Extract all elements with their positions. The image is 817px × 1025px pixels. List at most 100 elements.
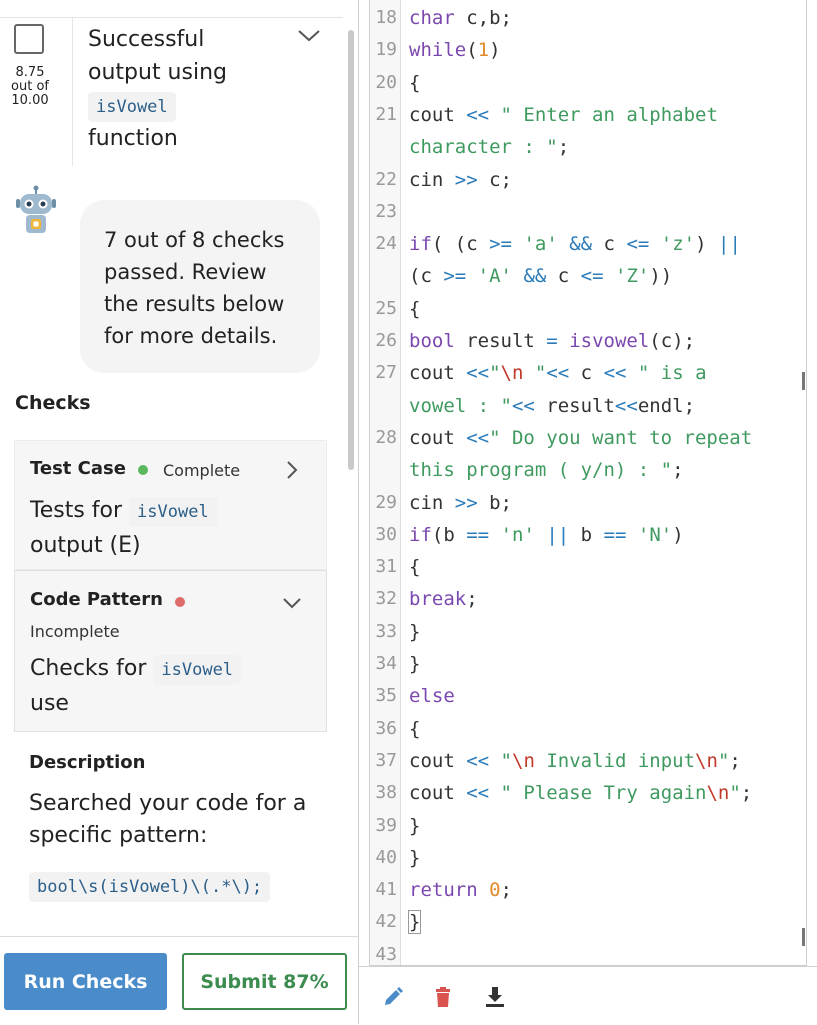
code-line[interactable]: 31 { — [370, 551, 806, 583]
code-line[interactable]: character : "; — [370, 131, 806, 163]
desc-code: isVowel — [129, 497, 217, 527]
code-text: } — [409, 653, 421, 675]
rubric-item[interactable]: 8.75 out of 10.00 Successful output usin… — [0, 17, 343, 168]
check-card-code-pattern[interactable]: Code Pattern Incomplete Checks for isVow… — [14, 570, 327, 732]
code-line[interactable]: 26 bool result = isvowel(c); — [370, 325, 806, 357]
code-text: cout <<" Do you want to repeat — [409, 426, 753, 449]
line-number: 23 — [375, 200, 397, 222]
checks-heading: Checks — [15, 392, 91, 414]
code-text: if(b == 'n' || b == 'N') — [409, 523, 684, 546]
pencil-icon[interactable] — [381, 985, 405, 1009]
pattern-code: bool\s(isVowel)\(.*\); — [29, 872, 271, 902]
code-text: return 0; — [409, 879, 512, 902]
line-number: 34 — [375, 653, 397, 674]
feedback-scroll-area[interactable]: 8.75 out of 10.00 Successful output usin… — [0, 0, 348, 936]
feedback-panel: 8.75 out of 10.00 Successful output usin… — [0, 0, 358, 1025]
code-text: if( (c >= 'a' && c <= 'z') || — [409, 233, 741, 256]
code-line[interactable]: 34} — [370, 648, 806, 680]
scroll-marker — [802, 928, 805, 946]
download-icon[interactable] — [483, 985, 507, 1009]
code-line[interactable]: 25 { — [370, 293, 806, 325]
line-number: 31 — [375, 556, 397, 578]
code-line[interactable]: 41 return 0; — [370, 874, 806, 906]
score-max: 10.00 — [11, 93, 49, 108]
chevron-right-icon[interactable] — [285, 459, 299, 486]
line-number: 30 — [375, 523, 397, 545]
code-line[interactable]: 37 cout << "\n Invalid input\n"; — [370, 745, 806, 777]
code-line[interactable]: 43 — [370, 939, 806, 965]
left-scrollbar[interactable] — [348, 30, 354, 470]
code-text: this program ( y/n) : "; — [409, 459, 684, 482]
line-number: 29 — [375, 491, 397, 513]
line-number: 27 — [375, 362, 397, 384]
code-text: break; — [409, 588, 478, 611]
description-text: Searched your code for a specific patter… — [29, 791, 307, 848]
code-text: { — [409, 297, 421, 320]
line-number: 33 — [375, 620, 397, 642]
robot-avatar-icon — [12, 185, 60, 237]
code-line[interactable]: 24 if( (c >= 'a' && c <= 'z') || — [370, 228, 806, 260]
code-line[interactable]: 30 if(b == 'n' || b == 'N') — [370, 519, 806, 551]
line-number: 22 — [375, 168, 397, 190]
code-line[interactable]: 35 else — [370, 680, 806, 712]
code-line[interactable]: 39} — [370, 810, 806, 842]
rubric-title-line1: Successful — [88, 27, 205, 52]
status-text: Complete — [163, 461, 241, 480]
code-line[interactable]: 21 cout << " Enter an alphabet — [370, 99, 806, 131]
code-line[interactable]: 38 cout << " Please Try again\n"; — [370, 777, 806, 809]
code-text: { — [409, 556, 421, 579]
line-number: 35 — [375, 685, 397, 707]
rubric-title: Successful output using isVowel function — [88, 23, 288, 155]
code-editor[interactable]: 18 char c,b; 19 while(1) 20 {21 cout << " Ente… — [369, 0, 807, 966]
check-label: Code Pattern — [30, 589, 163, 610]
desc-suffix: output (E) — [30, 533, 141, 558]
check-card-test-case[interactable]: Test Case Complete Tests for isVowel out… — [14, 440, 327, 570]
description-heading: Description — [29, 752, 146, 773]
code-text: char c,b; — [409, 7, 512, 29]
rubric-title-line2: output using — [88, 60, 227, 85]
code-line[interactable]: 40} — [370, 842, 806, 874]
code-line[interactable]: 29 cin >> b; — [370, 487, 806, 519]
code-text: } — [409, 846, 421, 869]
desc-code: isVowel — [153, 655, 242, 685]
code-text: cin >> c; — [409, 168, 512, 191]
summary-text: 7 out of 8 checks passed. Review the res… — [104, 228, 285, 348]
code-line[interactable]: vowel : "<< result<<endl; — [370, 390, 806, 422]
code-line[interactable]: 18 char c,b; — [370, 2, 806, 34]
line-number: 43 — [375, 943, 397, 965]
run-checks-button[interactable]: Run Checks — [4, 953, 167, 1010]
code-line[interactable]: (c >= 'A' && c <= 'Z')) — [370, 260, 806, 292]
code-line[interactable]: 27 cout <<"\n "<< c << " is a — [370, 357, 806, 389]
desc-prefix: Tests for — [30, 498, 123, 523]
check-description: Tests for isVowel output (E) — [30, 493, 310, 563]
line-number: 42 — [375, 911, 397, 933]
code-line[interactable]: 28 cout <<" Do you want to repeat — [370, 422, 806, 454]
trash-icon[interactable] — [431, 985, 455, 1009]
chevron-down-icon[interactable] — [281, 591, 303, 615]
check-label: Test Case — [30, 458, 126, 479]
code-line[interactable]: 32 break; — [370, 583, 806, 615]
code-line[interactable]: 23 — [370, 196, 806, 228]
code-line[interactable]: 36 { — [370, 713, 806, 745]
rubric-checkbox[interactable] — [14, 24, 44, 54]
line-number: 26 — [375, 330, 397, 351]
code-text: } — [409, 620, 421, 643]
line-number: 38 — [375, 782, 397, 804]
line-number: 41 — [375, 879, 397, 901]
line-number: 36 — [375, 717, 397, 739]
line-number: 19 — [375, 39, 397, 61]
code-line[interactable]: 19 while(1) — [370, 34, 806, 66]
code-line[interactable]: 22 cin >> c; — [370, 164, 806, 196]
code-line[interactable]: 42} — [370, 906, 806, 938]
code-text: bool result = isvowel(c); — [409, 330, 696, 352]
check-description: Checks for isVowel use — [30, 651, 310, 721]
code-text: (c >= 'A' && c <= 'Z')) — [409, 265, 673, 288]
line-number: 40 — [375, 846, 397, 868]
chevron-down-icon[interactable] — [296, 28, 322, 49]
code-line[interactable]: 20 { — [370, 67, 806, 99]
editor-toolbar — [359, 966, 817, 1025]
code-line[interactable]: this program ( y/n) : "; — [370, 454, 806, 486]
submit-button[interactable]: Submit 87% — [182, 953, 347, 1010]
code-line[interactable]: 33} — [370, 616, 806, 648]
line-number: 37 — [375, 749, 397, 771]
